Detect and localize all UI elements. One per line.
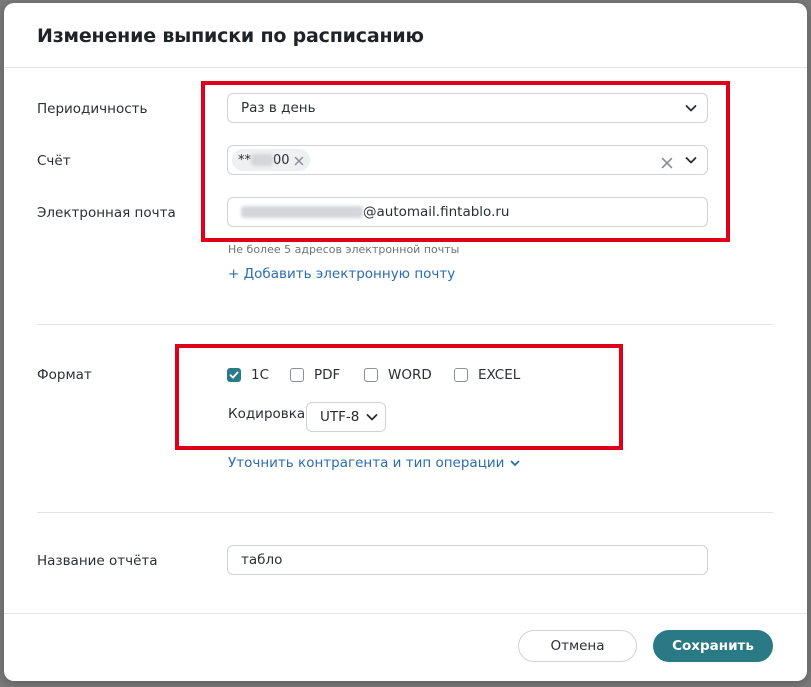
chevron-down-icon: [509, 457, 521, 469]
highlight-box: [175, 344, 623, 450]
account-label: Счёт: [37, 153, 71, 169]
footer-divider: [4, 613, 807, 614]
format-label: Формат: [37, 367, 92, 383]
periodicity-label: Периодичность: [37, 101, 148, 117]
dialog-title: Изменение выписки по расписанию: [37, 25, 424, 47]
email-label: Электронная почта: [37, 205, 176, 221]
section-divider: [37, 512, 773, 513]
report-name-value: табло: [241, 552, 283, 568]
refine-link-text: Уточнить контрагента и тип операции: [228, 455, 505, 471]
section-divider: [37, 324, 773, 325]
report-name-label: Название отчёта: [37, 553, 158, 569]
refine-counterparty-link[interactable]: Уточнить контрагента и тип операции: [228, 455, 521, 471]
header-divider: [4, 67, 807, 68]
report-name-input[interactable]: табло: [227, 545, 708, 575]
save-button[interactable]: Сохранить: [653, 630, 773, 662]
schedule-statement-dialog: Изменение выписки по расписанию Периодич…: [4, 3, 807, 681]
highlight-box: [201, 81, 730, 242]
cancel-button[interactable]: Отмена: [518, 630, 637, 662]
add-email-link[interactable]: + Добавить электронную почту: [228, 266, 455, 282]
email-hint: Не более 5 адресов электронной почты: [228, 243, 460, 256]
